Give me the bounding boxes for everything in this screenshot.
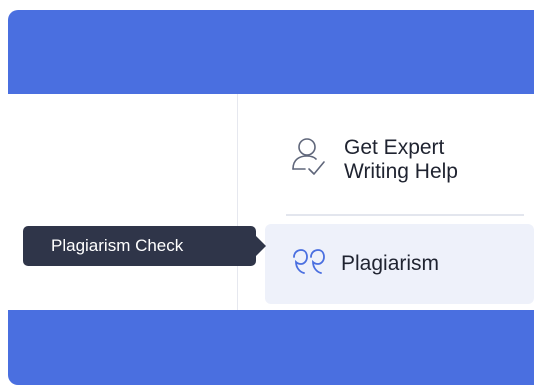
menu-item-plagiarism[interactable]: Plagiarism (265, 224, 534, 304)
tooltip-plagiarism-check: Plagiarism Check (23, 226, 256, 266)
menu-item-label: Get Expert Writing Help (344, 136, 458, 183)
quote-icon (291, 247, 329, 282)
user-check-icon (286, 135, 332, 186)
header-banner (8, 10, 534, 94)
panel-divider (237, 94, 238, 310)
tooltip-arrow (256, 236, 266, 256)
writing-menu-panel: Get Expert Writing Help Plagiarism Plagi… (0, 0, 534, 385)
menu-item-label: Plagiarism (341, 252, 440, 275)
footer-banner (8, 310, 534, 385)
menu-item-get-expert-writing-help[interactable]: Get Expert Writing Help (286, 128, 526, 192)
menu-separator (286, 214, 524, 216)
